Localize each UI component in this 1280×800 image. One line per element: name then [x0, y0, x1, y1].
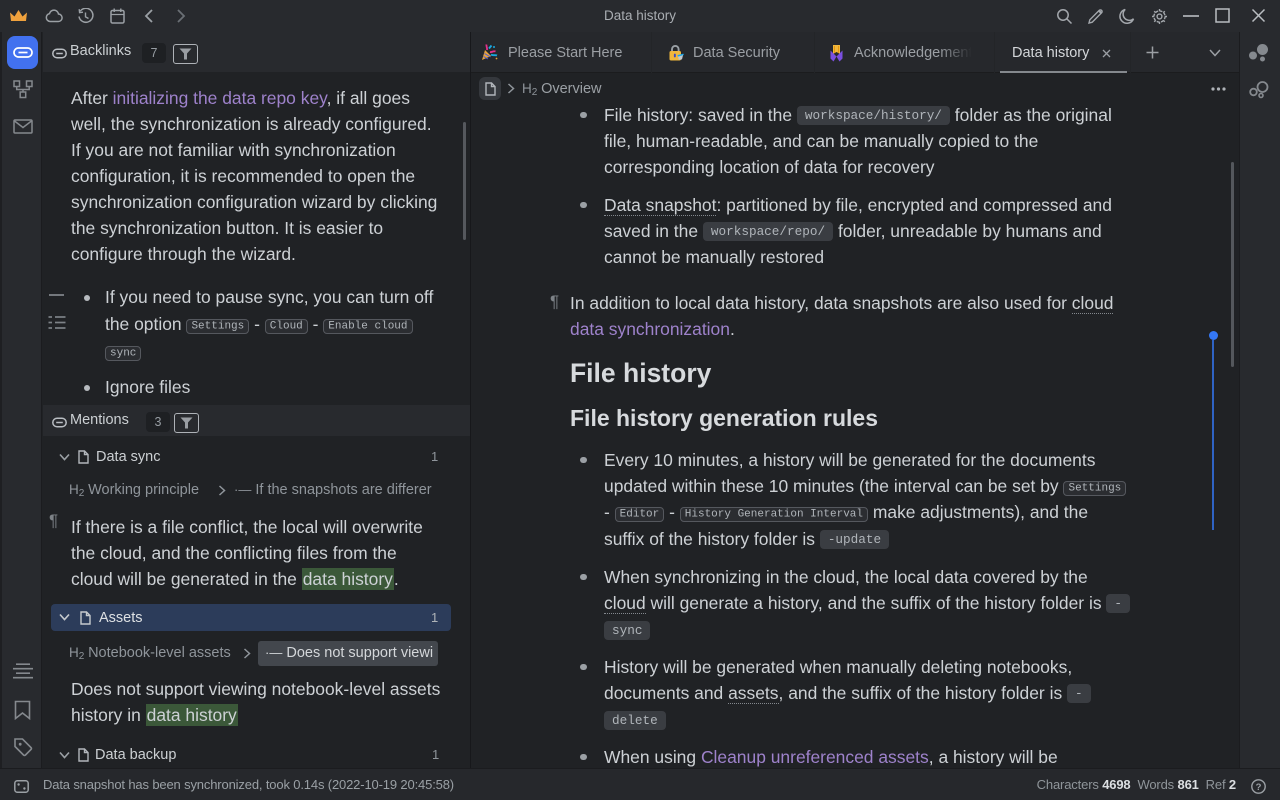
svg-text:?: ? — [1256, 782, 1262, 793]
